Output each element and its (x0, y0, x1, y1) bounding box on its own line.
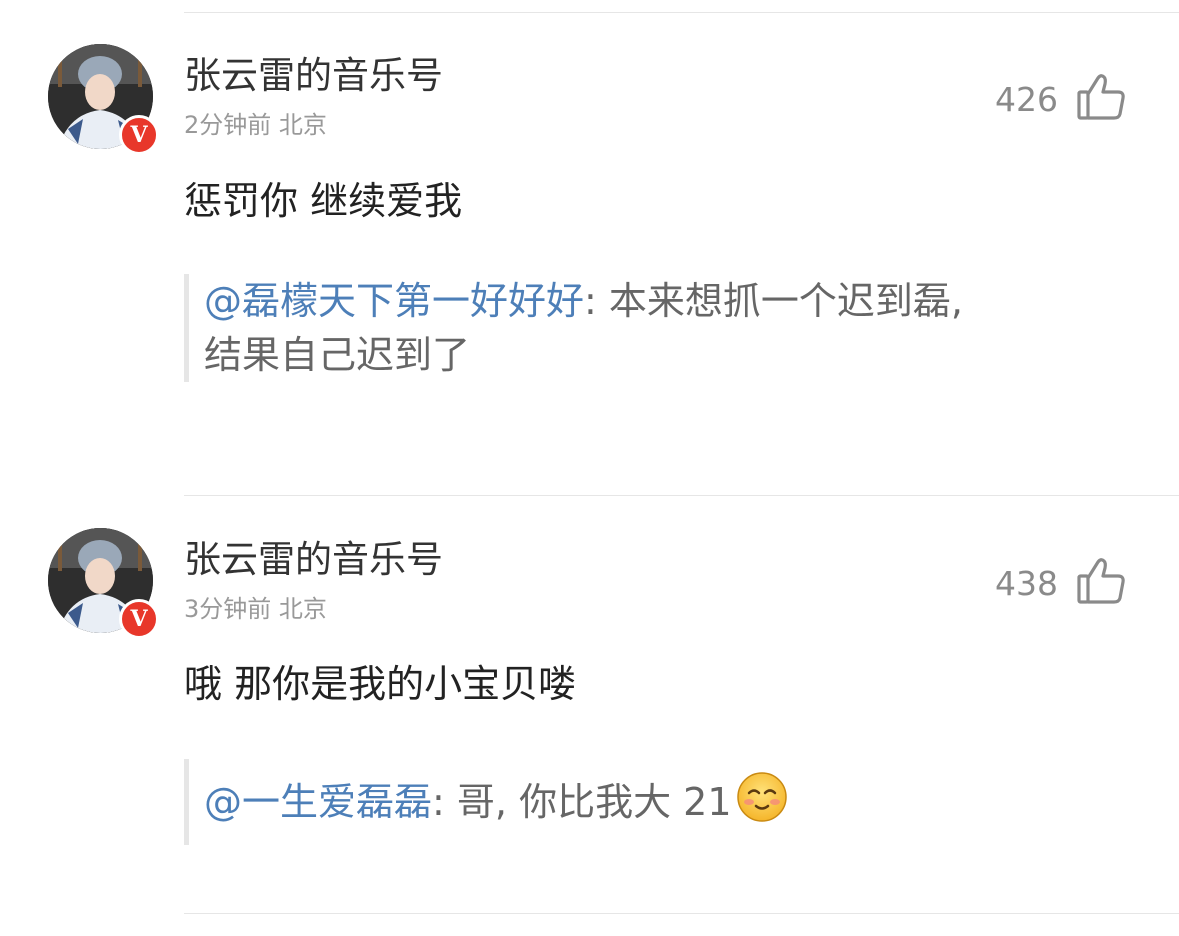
blush-emoji-icon (736, 767, 788, 853)
comment-text: 哦 那你是我的小宝贝喽 (184, 662, 577, 706)
comment-location: 北京 (278, 595, 327, 623)
comment-meta: 3分钟前 北京 (184, 594, 327, 624)
verified-badge: V (119, 599, 159, 639)
comment-item: V 张云雷的音乐号 3分钟前 北京 438 哦 那你是我的小宝贝喽 @一生爱磊磊… (0, 0, 1179, 936)
mention-link[interactable]: @一生爱磊磊 (204, 780, 432, 824)
author-name[interactable]: 张云雷的音乐号 (184, 538, 443, 582)
comment-time: 3分钟前 (184, 595, 272, 623)
quote-text: 哥, 你比我大 21 (456, 780, 732, 824)
thumbs-up-icon[interactable] (1074, 554, 1128, 608)
quote-separator: : (432, 780, 457, 824)
comment-divider (184, 913, 1179, 914)
like-count: 438 (995, 564, 1058, 603)
reply-quote: @一生爱磊磊: 哥, 你比我大 21 (184, 759, 1134, 845)
